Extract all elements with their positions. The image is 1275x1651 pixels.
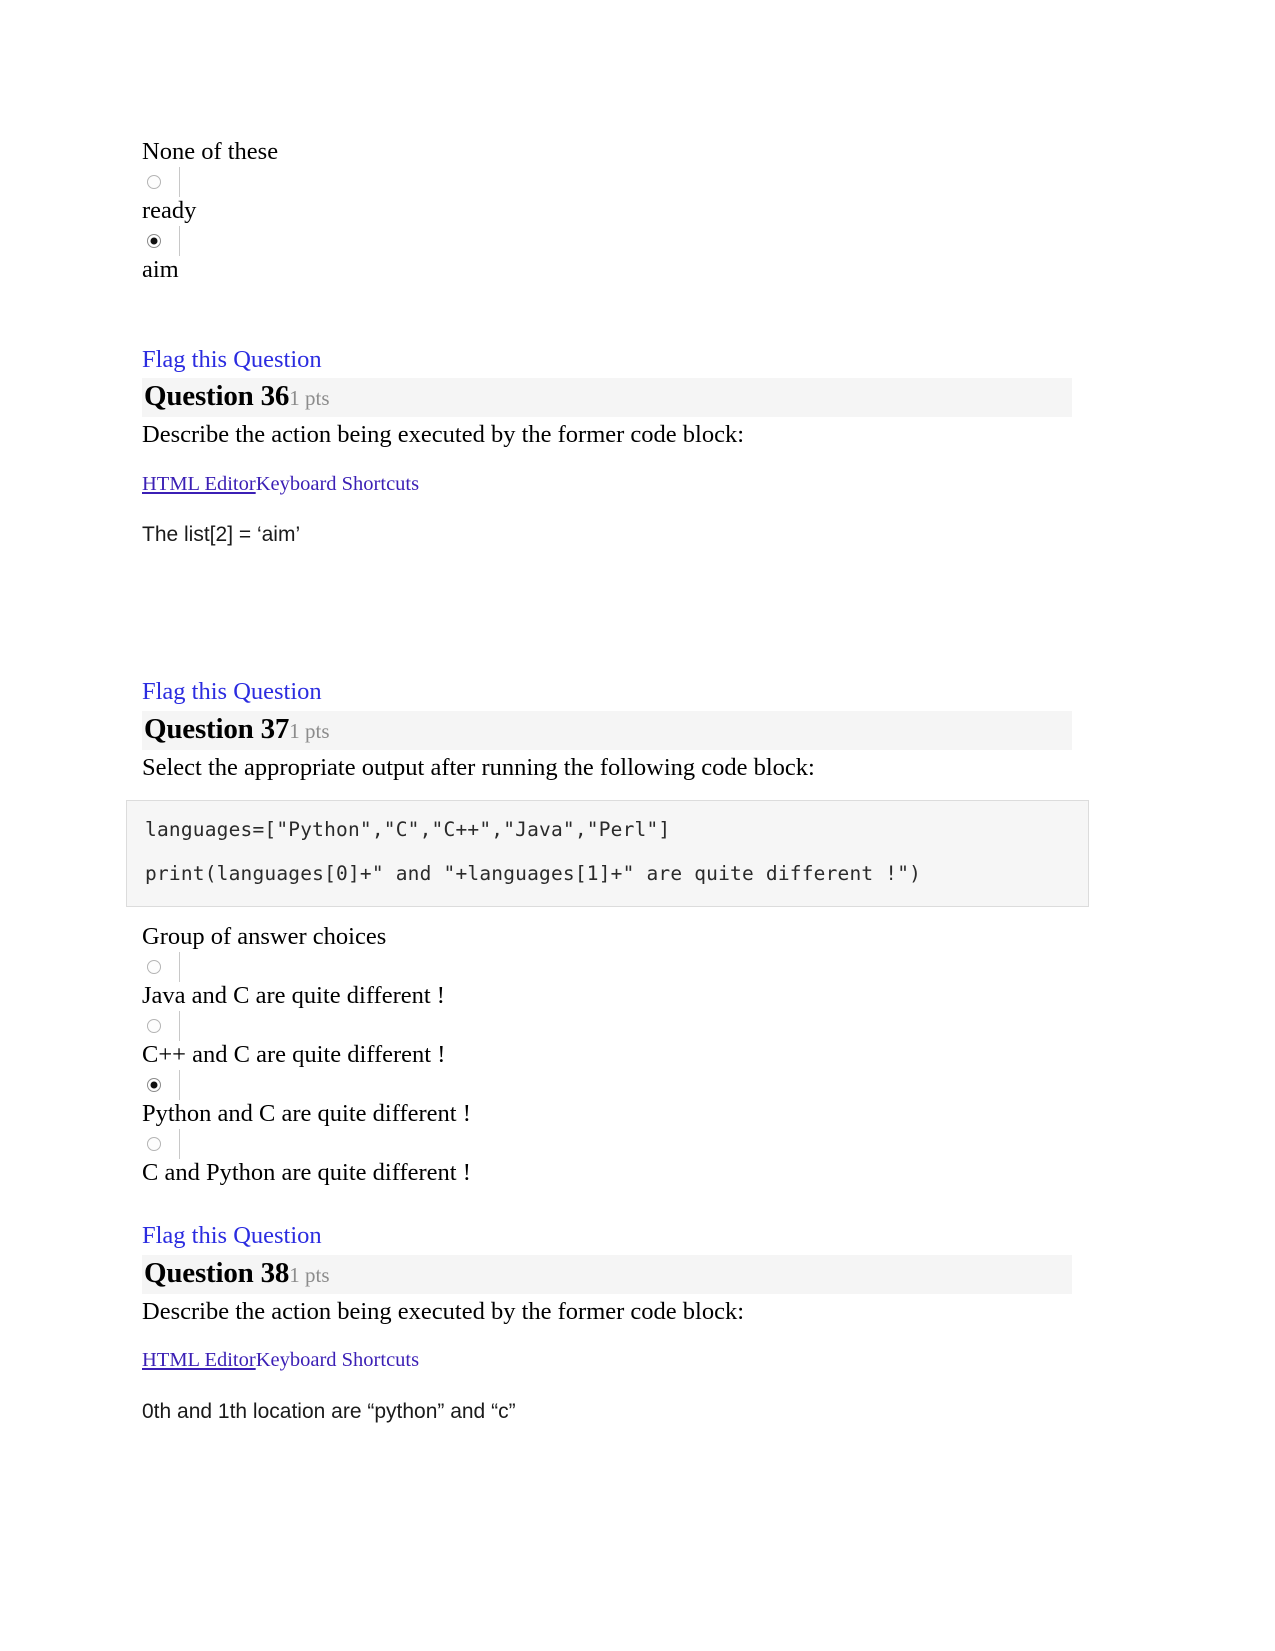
radio-cell[interactable] [142, 225, 180, 256]
flag-question-link-38[interactable]: Flag this Question [142, 1221, 1087, 1250]
editor-links-38: HTML EditorKeyboard Shortcuts [142, 1348, 1087, 1373]
answer-option-ready[interactable] [142, 166, 1087, 197]
keyboard-shortcuts-link-36[interactable]: Keyboard Shortcuts [256, 473, 419, 495]
option-label-none-of-these: None of these [142, 138, 279, 165]
radio-button-icon[interactable] [147, 959, 161, 974]
answer-response-38[interactable]: 0th and 1th location are “python” and “c… [142, 1399, 1087, 1424]
quiz-page: None of these ready aim Flag this Questi… [0, 0, 1275, 1651]
radio-cell[interactable] [142, 166, 180, 197]
answer-option-cpp-and-c[interactable] [142, 1010, 1087, 1041]
radio-button-selected-icon[interactable] [147, 233, 161, 248]
option-label-cpp-and-c: C++ and C are quite different ! [142, 1040, 446, 1068]
question-title-36: Question 36 [144, 380, 290, 413]
previous-question-tail: None of these ready aim [142, 138, 1087, 285]
radio-cell[interactable] [142, 1010, 180, 1041]
answer-option-c-and-python[interactable] [142, 1128, 1087, 1159]
question-title-37: Question 37 [144, 712, 290, 745]
question-points-38: 1 pts [289, 1262, 330, 1287]
flag-question-link-37[interactable]: Flag this Question [142, 677, 1087, 706]
option-label-python-and-c: Python and C are quite different ! [142, 1099, 471, 1127]
radio-button-selected-icon[interactable] [147, 1077, 161, 1092]
html-editor-link-38[interactable]: HTML Editor [142, 1349, 256, 1371]
html-editor-link-36[interactable]: HTML Editor [142, 473, 256, 495]
question-block-38: Flag this Question Question 381 pts Desc… [142, 1221, 1087, 1424]
option-label-ready: ready [142, 196, 197, 224]
question-prompt-37: Select the appropriate output after runn… [142, 753, 815, 781]
option-label-c-and-python: C and Python are quite different ! [142, 1158, 471, 1186]
radio-cell[interactable] [142, 1069, 180, 1100]
answer-option-python-and-c[interactable] [142, 1069, 1087, 1100]
code-block-37: languages=["Python","C","C++","Java","Pe… [126, 800, 1089, 907]
option-label-aim: aim [142, 255, 179, 283]
radio-cell[interactable] [142, 1128, 180, 1159]
answer-response-36[interactable]: The list[2] = ‘aim’ [142, 522, 1087, 547]
question-header-38: Question 381 pts [142, 1254, 1072, 1294]
option-label-java-and-c: Java and C are quite different ! [142, 981, 445, 1009]
question-prompt-38: Describe the action being executed by th… [142, 1297, 745, 1325]
question-block-36: Flag this Question Question 361 pts Desc… [142, 345, 1087, 548]
group-of-answer-choices-label: Group of answer choices [142, 922, 387, 950]
question-points-37: 1 pts [289, 718, 330, 743]
question-title-38: Question 38 [144, 1256, 290, 1289]
question-prompt-36: Describe the action being executed by th… [142, 421, 745, 449]
radio-button-icon[interactable] [147, 1136, 161, 1151]
answer-option-aim[interactable] [142, 225, 1087, 256]
keyboard-shortcuts-link-38[interactable]: Keyboard Shortcuts [256, 1349, 419, 1371]
question-header-36: Question 361 pts [142, 378, 1072, 418]
code-line-1: languages=["Python","C","C++","Java","Pe… [145, 818, 671, 842]
code-line-2: print(languages[0]+" and "+languages[1]+… [145, 862, 922, 886]
answer-option-java-and-c[interactable] [142, 951, 1087, 982]
question-points-36: 1 pts [289, 386, 330, 411]
radio-button-icon[interactable] [147, 174, 161, 189]
question-header-37: Question 371 pts [142, 710, 1072, 750]
editor-links-36: HTML EditorKeyboard Shortcuts [142, 472, 1087, 497]
radio-cell[interactable] [142, 951, 180, 982]
flag-question-link-36[interactable]: Flag this Question [142, 345, 1087, 374]
question-block-37: Flag this Question Question 371 pts Sele… [126, 677, 1089, 1187]
radio-button-icon[interactable] [147, 1018, 161, 1033]
